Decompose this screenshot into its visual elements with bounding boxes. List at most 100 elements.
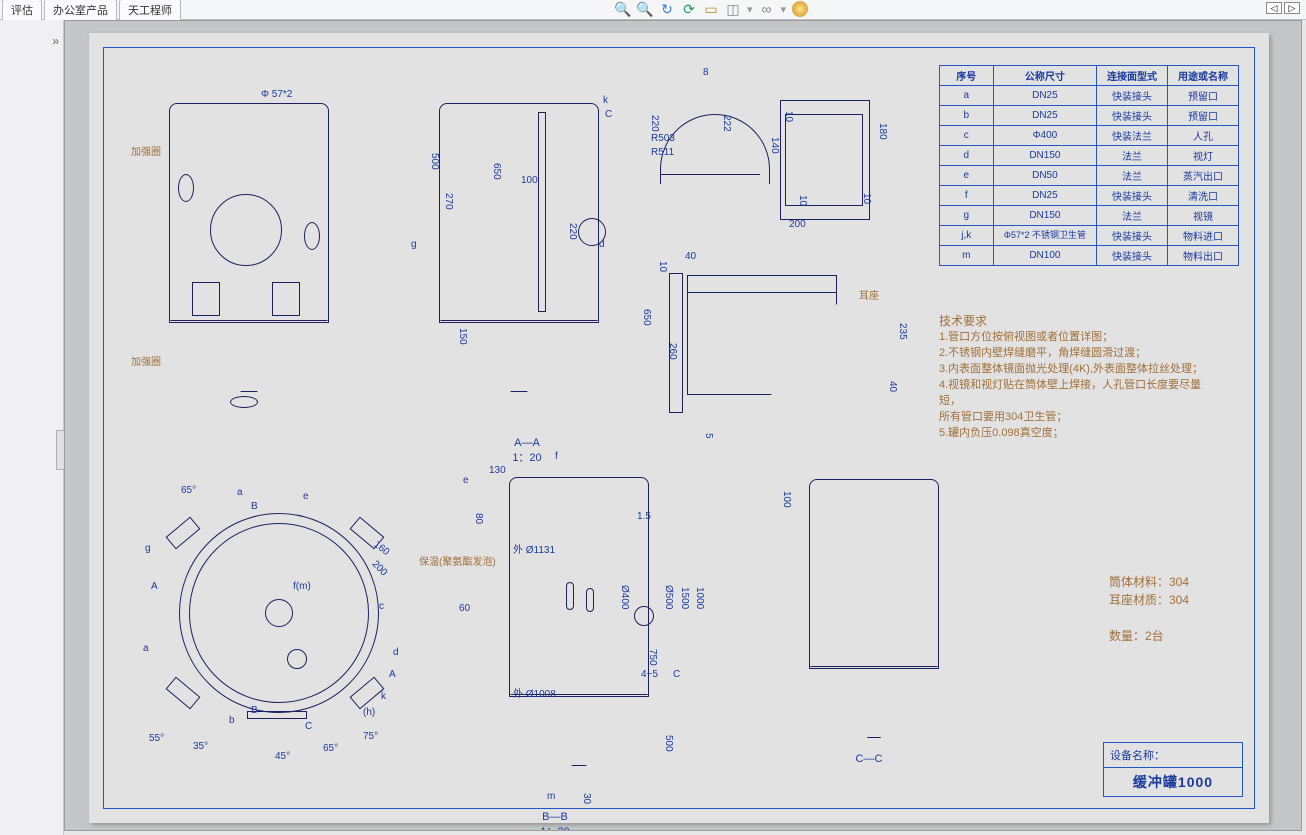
dim-8: 8: [703, 67, 709, 78]
dim-270: 270: [443, 193, 454, 210]
bulb-icon[interactable]: [792, 1, 808, 17]
tab-engineer[interactable]: 天工程师: [119, 0, 181, 21]
dim-220r: 220: [567, 223, 578, 240]
table-row: cΦ400快装法兰人孔: [939, 126, 1238, 146]
zoom-box-icon[interactable]: 🔍: [637, 1, 653, 17]
dim-500: 500: [429, 153, 440, 170]
material-body: 筒体材料：304: [1109, 573, 1189, 591]
dim-ang35: 35°: [193, 741, 208, 752]
cell: 人孔: [1168, 126, 1239, 146]
dim-650b: 650: [641, 309, 652, 326]
view-front-1: [149, 93, 349, 393]
material-lug: 耳座材质：304: [1109, 591, 1189, 609]
letter-A: A: [151, 581, 158, 592]
cell: 快装接头: [1097, 86, 1168, 106]
dim-od1008: 外 Ø1008: [513, 685, 556, 700]
dim-1000: 1000: [694, 587, 705, 609]
subwin-prev-icon[interactable]: ◁: [1266, 2, 1282, 14]
table-row: fDN25快装接头清洗口: [939, 186, 1238, 206]
top-bar: 评估 办公室产品 天工程师 🔍 🔍 ↻ ⟳ ▭ ◫ ▾ ∞ ▾ ◁ ▷: [0, 0, 1306, 20]
cell: d: [939, 146, 993, 166]
dim-180: 180: [877, 123, 888, 140]
rotate-icon[interactable]: ↻: [659, 1, 675, 17]
dim-10c: 10: [861, 193, 872, 204]
cell: DN150: [993, 146, 1096, 166]
ports-table: 序号 公称尺寸 连接面型式 用途或名称 aDN25快装接头预留口 bDN25快装…: [939, 65, 1239, 266]
dim-40: 40: [685, 251, 696, 262]
cell: 视镜: [1168, 206, 1239, 226]
cell: DN25: [993, 106, 1096, 126]
tab-eval[interactable]: 评估: [2, 0, 42, 21]
letter-fm: f(m): [293, 581, 311, 592]
notes-title: 技术要求: [939, 313, 1219, 330]
th-face: 连接面型式: [1097, 66, 1168, 86]
tab-office[interactable]: 办公室产品: [44, 0, 117, 21]
dim-100: 100: [521, 175, 538, 186]
subwin-next-icon[interactable]: ▷: [1284, 2, 1300, 14]
section-icon[interactable]: ▭: [703, 1, 719, 17]
dim-pipe-spec: Φ 57*2: [261, 89, 292, 100]
cell: 快装接头: [1097, 186, 1168, 206]
cell: 清洗口: [1168, 186, 1239, 206]
cell: g: [939, 206, 993, 226]
cell: DN25: [993, 86, 1096, 106]
cell: 法兰: [1097, 146, 1168, 166]
letter-m: m: [547, 791, 555, 802]
material-block: 筒体材料：304 耳座材质：304 数量：2台: [1109, 573, 1189, 645]
letter-f: f: [555, 451, 558, 462]
dim-1500: 1500: [679, 587, 690, 609]
cell: DN25: [993, 186, 1096, 206]
letter-A2: A: [389, 669, 396, 680]
cell: 法兰: [1097, 206, 1168, 226]
zoom-in-icon[interactable]: 🔍: [615, 1, 631, 17]
letter-h: (h): [363, 707, 375, 718]
view-lug-detail: [649, 253, 899, 443]
letter-k2: k: [381, 691, 386, 702]
note-item: 4.视镜和视灯贴在筒体壁上焊接，人孔管口长度要尽量短，: [939, 378, 1219, 410]
view-toolbar: 🔍 🔍 ↻ ⟳ ▭ ◫ ▾ ∞ ▾: [615, 0, 808, 18]
annotation-ring: 加强圈: [131, 143, 161, 158]
cell: 视灯: [1168, 146, 1239, 166]
dim-750: 750: [647, 649, 658, 666]
note-item: 3.内表面整体镜面抛光处理(4K),外表面整体拉丝处理；: [939, 362, 1219, 378]
cube-icon[interactable]: ◫: [725, 1, 741, 17]
title-block: 设备名称： 缓冲罐1000: [1103, 742, 1243, 797]
cell: 快装接头: [1097, 246, 1168, 266]
sep: ▾: [747, 3, 753, 16]
dim-220: 220: [649, 115, 660, 132]
table-row: aDN25快装接头预留口: [939, 86, 1238, 106]
cell: Φ400: [993, 126, 1096, 146]
letter-g2: g: [145, 543, 151, 554]
dim-ang45: 45°: [275, 751, 290, 762]
table-header-row: 序号 公称尺寸 连接面型式 用途或名称: [939, 66, 1238, 86]
cell: m: [939, 246, 993, 266]
letter-c3: C: [673, 669, 680, 680]
drawing-viewport[interactable]: 序号 公称尺寸 连接面型式 用途或名称 aDN25快装接头预留口 bDN25快装…: [64, 20, 1302, 831]
table-row: mDN100快装接头物料出口: [939, 246, 1238, 266]
collapse-chevron-icon[interactable]: »: [52, 34, 59, 48]
th-id: 序号: [939, 66, 993, 86]
dim-4_5: 4~5: [641, 669, 658, 680]
cell: c: [939, 126, 993, 146]
dim-650: 650: [491, 163, 502, 180]
chain-icon[interactable]: ∞: [759, 1, 775, 17]
table-row: j,kΦ57*2 不锈钢卫生管快装接头物料进口: [939, 226, 1238, 246]
dim-60: 60: [459, 603, 470, 614]
quantity: 数量：2台: [1109, 627, 1189, 645]
dim-150: 150: [457, 328, 468, 345]
technical-notes: 技术要求 1.管口方位按俯视图或者位置详图； 2.不锈钢内壁焊缝磨平，角焊缝圆滑…: [939, 313, 1219, 442]
refresh-icon[interactable]: ⟳: [681, 1, 697, 17]
dim-5: 5: [703, 433, 714, 439]
view-detail-arc: [649, 83, 899, 263]
view-section-bb: [469, 463, 709, 803]
dim-od400: Ø400: [619, 585, 630, 609]
dim-od1131: 外 Ø1131: [513, 541, 555, 556]
letter-a2: a: [237, 487, 243, 498]
section-label-bb: B—B 1：20: [535, 811, 575, 831]
cell: 物料出口: [1168, 246, 1239, 266]
letter-b: b: [229, 715, 235, 726]
letter-B: B: [251, 501, 258, 512]
dim-ang65: 65°: [181, 485, 196, 496]
dim-222: 222: [721, 115, 732, 132]
cell: a: [939, 86, 993, 106]
